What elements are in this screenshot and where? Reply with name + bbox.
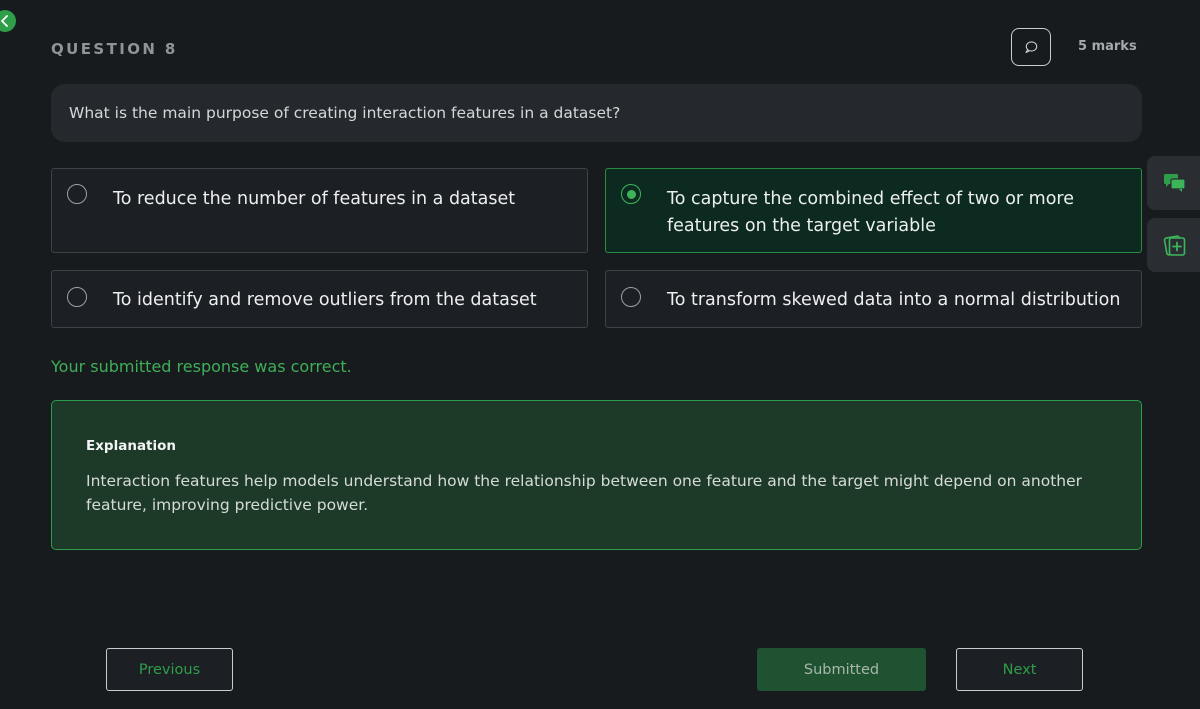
marks-label: 5 marks <box>1078 39 1137 54</box>
back-button[interactable] <box>0 10 16 32</box>
option-c[interactable]: To identify and remove outliers from the… <box>51 270 588 328</box>
submitted-button[interactable]: Submitted <box>757 648 926 691</box>
option-label: To transform skewed data into a normal d… <box>667 290 1121 310</box>
option-b[interactable]: To capture the combined effect of two or… <box>605 168 1142 253</box>
add-note-button[interactable] <box>1147 218 1200 272</box>
question-number: QUESTION 8 <box>51 40 178 58</box>
explanation-panel: Explanation Interaction features help mo… <box>51 400 1142 550</box>
radio-button[interactable] <box>67 184 87 204</box>
explanation-body: Interaction features help models underst… <box>86 472 1083 514</box>
side-toolbar <box>1147 156 1200 280</box>
next-button[interactable]: Next <box>956 648 1083 691</box>
chat-bubbles-icon <box>1164 174 1186 192</box>
previous-button[interactable]: Previous <box>106 648 233 691</box>
add-note-icon <box>1163 235 1186 256</box>
comment-icon <box>1025 41 1038 54</box>
radio-button[interactable] <box>67 287 87 307</box>
option-label: To capture the combined effect of two or… <box>667 189 1074 236</box>
chat-button[interactable] <box>1147 156 1200 210</box>
question-text: What is the main purpose of creating int… <box>51 84 1142 142</box>
option-label: To identify and remove outliers from the… <box>113 290 537 310</box>
quiz-page: QUESTION 8 5 marks What is the main purp… <box>0 0 1200 709</box>
option-label: To reduce the number of features in a da… <box>113 189 516 209</box>
explanation-title: Explanation <box>86 438 177 454</box>
option-d[interactable]: To transform skewed data into a normal d… <box>605 270 1142 328</box>
option-a[interactable]: To reduce the number of features in a da… <box>51 168 588 253</box>
radio-button-selected[interactable] <box>621 184 641 204</box>
back-arrow-icon <box>1 15 8 27</box>
result-message: Your submitted response was correct. <box>51 357 352 376</box>
comment-button[interactable] <box>1011 28 1051 66</box>
radio-button[interactable] <box>621 287 641 307</box>
